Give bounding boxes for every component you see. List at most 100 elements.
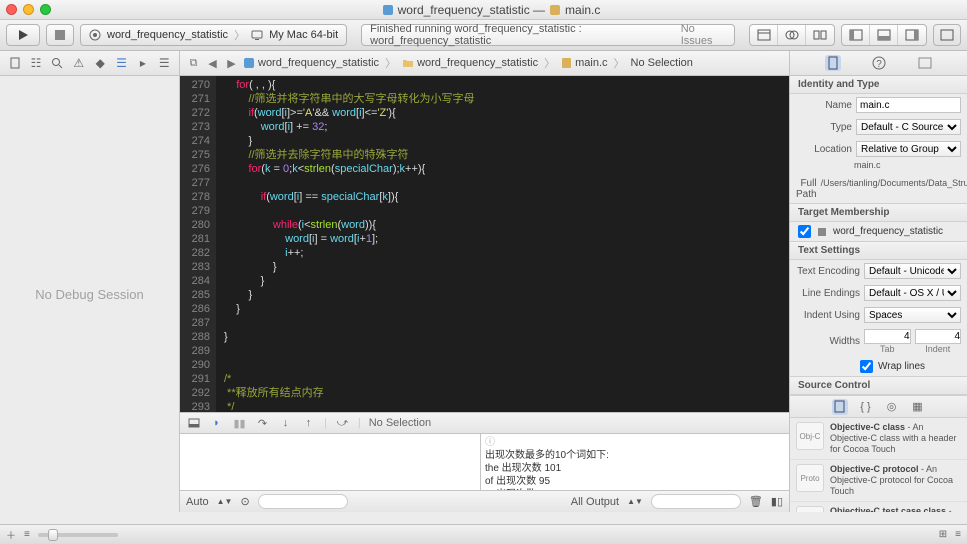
organizer-button[interactable] — [933, 24, 961, 46]
step-into-button[interactable]: ↓ — [278, 416, 293, 431]
device-icon — [251, 29, 263, 41]
step-over-button[interactable]: ↷ — [255, 416, 270, 431]
simulate-location-button[interactable]: ⤻ — [335, 416, 350, 431]
crumb-folder[interactable]: word_frequency_statistic — [402, 57, 538, 69]
text-settings-header: Text Settings — [790, 242, 967, 260]
run-button[interactable] — [6, 24, 40, 46]
object-library-tab[interactable]: ◎ — [884, 399, 900, 415]
target-item-label: word_frequency_statistic — [833, 226, 943, 237]
target-checkbox[interactable] — [798, 225, 811, 238]
crumb-file[interactable]: main.c — [561, 57, 607, 69]
variables-search[interactable] — [258, 494, 348, 509]
library-item[interactable]: Test Objective-C test case class - An Ob… — [790, 502, 967, 512]
line-gutter: 2702712722732742752762772782792802812822… — [180, 76, 216, 412]
jump-bar: ⧉ ◀ ▶ word_frequency_statistic 〉 word_fr… — [180, 51, 789, 76]
identity-section-header: Identity and Type — [790, 76, 967, 94]
indent-select[interactable]: Spaces — [864, 307, 961, 323]
toggle-debug-area-button[interactable] — [870, 25, 898, 45]
symbol-navigator-tab[interactable]: ☷ — [28, 55, 44, 71]
log-navigator-tab[interactable]: ☰ — [156, 55, 172, 71]
project-navigator-tab[interactable] — [7, 55, 23, 71]
file-template-tab[interactable] — [832, 399, 848, 415]
version-editor-button[interactable] — [806, 25, 834, 45]
utilities-panel: ? Identity and Type Name Type Default - … — [790, 51, 967, 512]
console-search[interactable] — [651, 494, 741, 509]
code-area[interactable]: for( , , ){ //筛选并将字符串中的大写字母转化为小写字母 if(wo… — [216, 76, 789, 412]
toggle-navigator-button[interactable] — [842, 25, 870, 45]
main-toolbar: word_frequency_statistic 〉 My Mac 64-bit… — [0, 20, 967, 51]
issue-navigator-tab[interactable]: ⚠ — [71, 55, 87, 71]
library-list[interactable]: Obj-C Objective-C class - An Objective-C… — [790, 418, 967, 512]
scheme-device: My Mac 64-bit — [269, 29, 338, 41]
library-item[interactable]: Obj-C Objective-C class - An Objective-C… — [790, 418, 967, 460]
navigator-panel: ☷ ⚠ ◆ ☰ ▸ ☰ No Debug Session — [0, 51, 180, 512]
activity-status: Finished running word_frequency_statisti… — [361, 24, 735, 46]
minimize-window-button[interactable] — [23, 4, 34, 15]
window-footer: ＋ ≡ ⊞ ≡ — [0, 524, 967, 544]
thread-selector[interactable]: No Selection — [369, 417, 431, 429]
name-field[interactable] — [856, 97, 961, 113]
console-view[interactable]: ⓘ 出现次数最多的10个词如下: the 出现次数 101 of 出现次数 95… — [481, 434, 789, 490]
fullpath-value: /Users/tianling/Documents/Data_Structure… — [821, 178, 967, 189]
fullpath-label: Full Path — [796, 178, 817, 200]
indent-label: Indent Using — [796, 310, 860, 321]
project-file-icon — [382, 4, 394, 16]
hide-debug-button[interactable] — [186, 416, 201, 431]
add-icon[interactable]: ＋ — [6, 527, 16, 542]
stop-button[interactable] — [46, 24, 74, 46]
step-out-button[interactable]: ↑ — [301, 416, 316, 431]
indent-width-label: Indent — [915, 344, 962, 354]
related-items-icon[interactable]: ⧉ — [186, 56, 201, 71]
continue-button[interactable]: ▮▮ — [232, 416, 247, 431]
nav-forward-button[interactable]: ▶ — [224, 56, 239, 71]
encoding-select[interactable]: Default - Unicode (UTF-8) — [864, 263, 961, 279]
template-icon: Test — [796, 506, 824, 512]
type-select[interactable]: Default - C Source — [856, 119, 961, 135]
test-navigator-tab[interactable]: ◆ — [92, 55, 108, 71]
nav-back-button[interactable]: ◀ — [205, 56, 220, 71]
media-library-tab[interactable]: ▦ — [910, 399, 926, 415]
scheme-target: word_frequency_statistic — [107, 29, 228, 41]
crumb-project[interactable]: word_frequency_statistic — [243, 57, 379, 69]
debug-area: ⓘ 出现次数最多的10个词如下: the 出现次数 101 of 出现次数 95… — [180, 434, 789, 490]
library-item[interactable]: Proto Objective-C protocol - An Objectiv… — [790, 460, 967, 502]
variables-filter[interactable]: Auto — [186, 496, 209, 508]
assistant-editor-button[interactable] — [778, 25, 806, 45]
template-icon: Proto — [796, 464, 824, 492]
quick-help-tab[interactable]: ? — [871, 55, 887, 71]
variables-view[interactable] — [180, 434, 481, 490]
grid-icon[interactable]: ⊞ — [939, 529, 947, 540]
zoom-slider[interactable] — [38, 533, 118, 537]
source-editor[interactable]: 2702712722732742752762772782792802812822… — [180, 76, 789, 412]
debug-navigator-tab[interactable]: ☰ — [114, 55, 130, 71]
scheme-selector[interactable]: word_frequency_statistic 〉 My Mac 64-bit — [80, 24, 347, 46]
breakpoints-toggle[interactable]: ◗ — [209, 416, 224, 431]
toggle-utilities-button[interactable] — [898, 25, 926, 45]
identity-inspector-tab[interactable] — [917, 55, 933, 71]
breakpoint-navigator-tab[interactable]: ▸ — [135, 55, 151, 71]
location-select[interactable]: Relative to Group — [856, 141, 961, 157]
wrap-lines-checkbox[interactable] — [860, 360, 873, 373]
standard-editor-button[interactable] — [750, 25, 778, 45]
debug-toolbar: ◗ ▮▮ ↷ ↓ ↑ | ⤻ | No Selection — [180, 412, 789, 434]
location-label: Location — [796, 144, 852, 155]
close-window-button[interactable] — [6, 4, 17, 15]
clear-console-icon[interactable]: 🗑 — [749, 495, 763, 508]
editor-mode-segmented — [749, 24, 835, 46]
zoom-window-button[interactable] — [40, 4, 51, 15]
tab-width-field[interactable] — [864, 329, 911, 344]
status-issues: No Issues — [681, 23, 726, 47]
window-titlebar: word_frequency_statistic — main.c — [0, 0, 967, 20]
widths-label: Widths — [796, 336, 860, 347]
menu-icon[interactable]: ≡ — [24, 529, 30, 540]
line-endings-label: Line Endings — [796, 288, 860, 299]
list-icon[interactable]: ≡ — [955, 529, 961, 540]
console-filter[interactable]: All Output — [571, 496, 619, 508]
indent-width-field[interactable] — [915, 329, 962, 344]
line-endings-select[interactable]: Default - OS X / Unix (LF) — [864, 285, 961, 301]
debug-footer: Auto ▲▼ ⊙ All Output ▲▼ 🗑 ▮▯ — [180, 490, 789, 512]
file-inspector-tab[interactable] — [825, 55, 841, 71]
crumb-selection[interactable]: No Selection — [631, 57, 693, 69]
code-snippet-tab[interactable]: { } — [858, 399, 874, 415]
search-navigator-tab[interactable] — [49, 55, 65, 71]
